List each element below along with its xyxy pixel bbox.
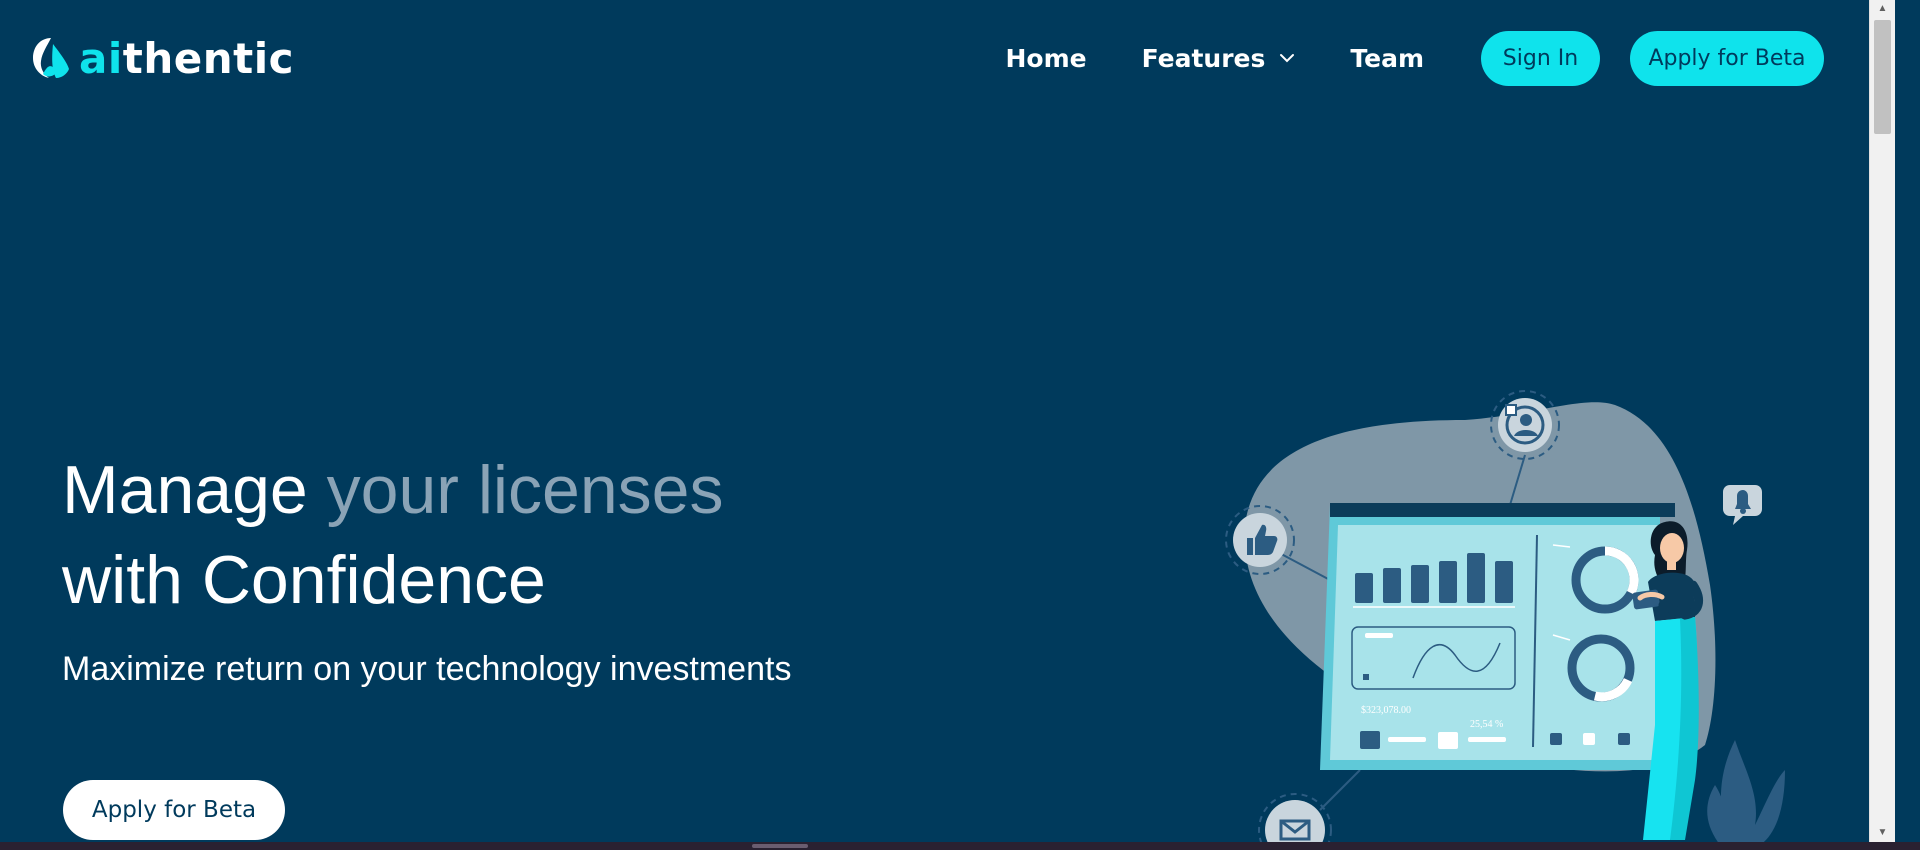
- bell-icon: [1723, 485, 1762, 525]
- nav-home[interactable]: Home: [1005, 44, 1086, 73]
- hero-apply-for-beta-button[interactable]: Apply for Beta: [63, 780, 285, 840]
- hero-subtitle: Maximize return on your technology inves…: [62, 650, 792, 688]
- scroll-thumb[interactable]: [1874, 20, 1891, 134]
- brand-name: aithentic: [79, 33, 294, 83]
- top-nav: Home Features Team Sign In Apply for Bet…: [1005, 30, 1824, 86]
- apply-for-beta-button[interactable]: Apply for Beta: [1630, 30, 1824, 86]
- sign-in-button[interactable]: Sign In: [1481, 30, 1600, 86]
- hero-title: Manage your licenses with Confidence: [62, 452, 724, 618]
- hero-title-highlight: your licenses: [326, 452, 724, 528]
- scroll-down-icon[interactable]: ▼: [1870, 824, 1895, 842]
- aithentic-logo-icon: [33, 38, 69, 78]
- nav-team[interactable]: Team: [1350, 44, 1424, 73]
- user-profile-icon: [1490, 390, 1560, 460]
- landing-page: aithentic Home Features Team Sign In App…: [0, 0, 1895, 842]
- dashboard-illustration: $323,078.00 25,54 %: [1225, 390, 1785, 842]
- chevron-down-icon: [1280, 54, 1295, 63]
- plant-icon: [1707, 740, 1785, 842]
- percent-text: 25,54 %: [1470, 719, 1503, 730]
- mail-icon: [1258, 793, 1332, 842]
- brand-logo[interactable]: aithentic: [29, 33, 294, 83]
- nav-features[interactable]: Features: [1142, 44, 1296, 73]
- amount-text: $323,078.00: [1361, 705, 1411, 716]
- vertical-scrollbar[interactable]: ▲ ▼: [1869, 0, 1895, 842]
- taskbar-strip: [0, 842, 1920, 850]
- scroll-up-icon[interactable]: ▲: [1870, 0, 1895, 18]
